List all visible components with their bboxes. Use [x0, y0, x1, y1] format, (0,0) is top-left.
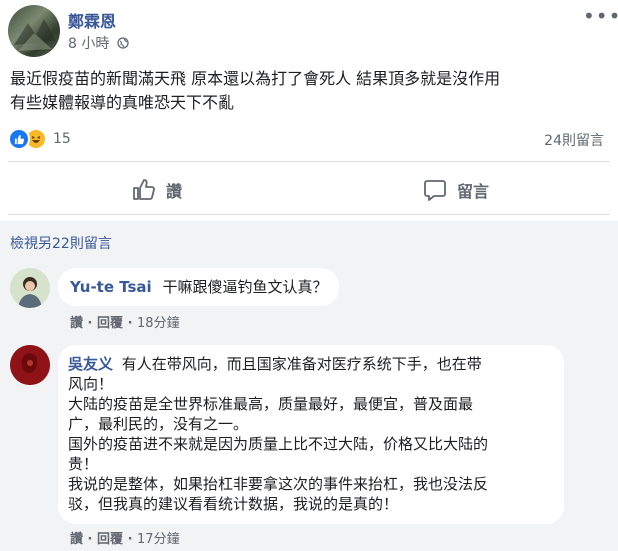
post-text-line: 最近假疫苗的新聞滿天飛 原本還以為打了會死人 結果頂多就是沒作用: [10, 69, 501, 88]
separator-dot: ·: [127, 532, 138, 547]
comment-reply-link[interactable]: 回覆: [97, 316, 123, 331]
comment-text: 我说的是整体，如果抬杠非要拿这次的事件来抬杠，我也没法反: [68, 475, 489, 493]
comment-like-link[interactable]: 讚: [70, 532, 83, 547]
comment-text: 干嘛跟傻逼钓鱼文认真？: [162, 278, 328, 296]
comment-reply-link[interactable]: 回覆: [97, 532, 123, 547]
public-globe-icon: [117, 37, 129, 49]
comment-icon: [424, 180, 446, 201]
reaction-count[interactable]: 15: [53, 131, 71, 147]
like-button-label: 讚: [166, 182, 183, 201]
comment-button[interactable]: 留言: [423, 176, 489, 204]
like-icon: [8, 128, 30, 150]
comment-text: 驳，但我真的建议看看统计数据，我说的是真的！: [68, 495, 399, 513]
author-avatar[interactable]: [8, 5, 60, 57]
reactions-summary[interactable]: 15: [8, 128, 71, 150]
comment-actions: 讚 · 回覆 · 17分鐘: [70, 528, 180, 547]
comment-button-label: 留言: [457, 182, 490, 201]
commenter-name[interactable]: 吳友义: [68, 355, 113, 373]
separator-dot: ·: [87, 316, 98, 331]
comment-count[interactable]: 24則留言: [544, 130, 604, 150]
view-more-comments-link[interactable]: 檢視另22則留言: [10, 233, 112, 253]
post-text-line: 有些媒體報導的真唯恐天下不亂: [10, 93, 235, 112]
facebook-post: 鄭霖恩 8 小時 ••• 最近假疫苗的新聞滿天飛 原本還以為打了會死人 結果頂多…: [0, 0, 618, 551]
comment-timestamp[interactable]: 18分鐘: [137, 316, 180, 331]
comment-like-link[interactable]: 讚: [70, 316, 83, 331]
post-timestamp[interactable]: 8 小時: [68, 33, 129, 53]
comment-bubble: 吳友义 有人在带风向，而且国家准备对医疗系统下手，也在带 风向！ 大陆的疫苗是全…: [58, 345, 564, 524]
thumbs-up-icon: [133, 179, 155, 200]
divider: [8, 214, 610, 215]
post-author-name[interactable]: 鄭霖恩: [68, 8, 116, 32]
comment-text: 大陆的疫苗是全世界标准最高，质量最好，最便宜，普及面最: [68, 395, 474, 413]
comment-actions: 讚 · 回覆 · 18分鐘: [70, 312, 180, 331]
more-options-icon[interactable]: •••: [583, 4, 618, 28]
post-text: 最近假疫苗的新聞滿天飛 原本還以為打了會死人 結果頂多就是沒作用 有些媒體報導的…: [10, 67, 610, 115]
commenter-avatar[interactable]: [10, 345, 50, 385]
divider: [8, 161, 610, 162]
comment-text: 广，最利民的，没有之一。: [68, 415, 249, 433]
commenter-avatar[interactable]: [10, 268, 50, 308]
comment-text: 国外的疫苗进不来就是因为质量上比不过大陆，价格又比大陆的: [68, 435, 489, 453]
separator-dot: ·: [87, 532, 98, 547]
comment-text: 风向！: [68, 375, 114, 393]
comment-line: 吳友义 有人在带风向，而且国家准备对医疗系统下手，也在带: [68, 354, 552, 374]
comment-text: 贵！: [68, 455, 99, 473]
comment-bubble: Yu-te Tsai 干嘛跟傻逼钓鱼文认真？: [58, 268, 340, 306]
separator-dot: ·: [127, 316, 138, 331]
post-timestamp-text[interactable]: 8 小時: [68, 36, 109, 52]
comment-timestamp[interactable]: 17分鐘: [137, 532, 180, 547]
comment-text: 有人在带风向，而且国家准备对医疗系统下手，也在带: [121, 355, 482, 373]
commenter-name[interactable]: Yu-te Tsai: [70, 278, 152, 296]
like-button[interactable]: 讚: [132, 176, 182, 204]
